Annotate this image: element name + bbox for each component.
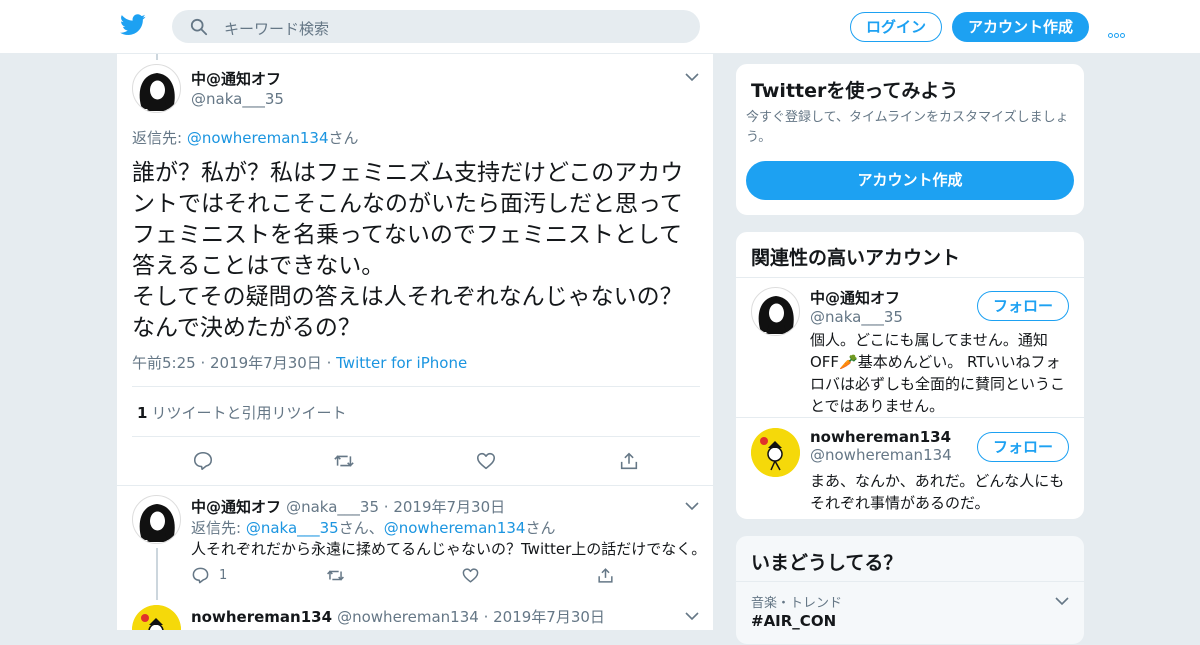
- related-accounts-card: 関連性の高いアカウント 中@通知オフ @naka___35 フォロー 個人。どこ…: [735, 231, 1085, 520]
- account-name[interactable]: nowhereman134: [810, 428, 952, 446]
- reply-to-label: 返信先:: [132, 129, 187, 147]
- login-button[interactable]: ログイン: [850, 12, 942, 42]
- avatar[interactable]: [132, 495, 181, 544]
- reply-to-link[interactable]: @nowhereman134: [384, 519, 526, 537]
- search-box[interactable]: キーワード検索: [172, 10, 700, 43]
- divider: [132, 436, 700, 437]
- search-icon: [190, 18, 208, 36]
- reply-header: nowhereman134 @nowhereman134 · 2019年7月30…: [191, 608, 605, 626]
- search-placeholder[interactable]: キーワード検索: [224, 18, 329, 39]
- tweet-time[interactable]: 午前5:25: [132, 354, 196, 372]
- account-bio: 個人。どこにも属してません。通知OFF🥕基本めんどい。 RTいいねフォロバは必ず…: [810, 331, 1066, 415]
- retweet-icon[interactable]: [326, 566, 345, 585]
- chevron-down-icon[interactable]: [685, 72, 699, 82]
- avatar-character-icon: [751, 428, 800, 477]
- thread-line: [156, 54, 158, 60]
- tweet-date[interactable]: 2019年7月30日: [210, 354, 322, 372]
- author-handle[interactable]: @naka___35: [191, 90, 284, 108]
- reply-icon[interactable]: [192, 450, 214, 472]
- avatar[interactable]: [751, 428, 800, 477]
- chevron-down-icon[interactable]: [685, 611, 699, 621]
- trends-card-title: いまどうしてる？: [751, 552, 903, 574]
- reply-icon[interactable]: [191, 566, 210, 585]
- reply-count: 1: [219, 568, 228, 583]
- divider: [736, 581, 1084, 582]
- retweet-label: リツイートと引用リツイート: [151, 404, 347, 422]
- signup-card-title: Twitterを使ってみよう: [751, 80, 959, 102]
- reply-context: 返信先: @nowhereman134さん: [132, 127, 359, 148]
- related-card-title: 関連性の高いアカウント: [751, 247, 961, 269]
- avatar-girl-icon: [139, 73, 175, 111]
- reply-to-separator: さん、: [338, 519, 384, 537]
- signup-button[interactable]: アカウント作成: [952, 12, 1089, 42]
- reply-author-name[interactable]: nowhereman134: [191, 608, 332, 626]
- author-name[interactable]: 中@通知オフ: [191, 68, 284, 89]
- tweet-text: 誰が？私が？私はフェミニズム支持だけどこのアカウントではそれこそこんなのがいたら…: [132, 160, 684, 341]
- trend-category: 音楽・トレンド: [751, 596, 843, 611]
- signup-card-subtitle: 今すぐ登録して、タイムラインをカスタマイズしましょう。: [746, 110, 1069, 145]
- divider: [736, 417, 1084, 418]
- twitter-logo-icon[interactable]: [120, 14, 146, 36]
- reply-to-link[interactable]: @nowhereman134: [187, 129, 329, 147]
- more-menu-icon[interactable]: [1108, 23, 1130, 38]
- share-icon[interactable]: [596, 566, 615, 585]
- thread-line: [156, 548, 158, 600]
- tweet-source[interactable]: Twitter for iPhone: [336, 354, 467, 372]
- chevron-down-icon[interactable]: [1055, 596, 1069, 606]
- avatar-girl-icon: [758, 296, 794, 334]
- trend-name[interactable]: #AIR_CON: [751, 612, 836, 630]
- signup-card: Twitterを使ってみよう 今すぐ登録して、タイムラインをカスタマイズしましょ…: [735, 63, 1085, 216]
- reply-author-handle[interactable]: @naka___35: [286, 498, 379, 516]
- reply-author-handle[interactable]: @nowhereman134: [337, 608, 479, 626]
- reply-date[interactable]: 2019年7月30日: [393, 498, 505, 516]
- account-name[interactable]: 中@通知オフ: [810, 287, 903, 308]
- share-icon[interactable]: [618, 450, 640, 472]
- trends-card: いまどうしてる？ 音楽・トレンド #AIR_CON: [735, 535, 1085, 645]
- follow-button[interactable]: フォロー: [977, 291, 1069, 321]
- tweet-meta: 午前5:25 · 2019年7月30日 · Twitter for iPhone: [132, 354, 468, 372]
- top-bar: キーワード検索 ログイン アカウント作成: [0, 0, 1200, 54]
- reply-to-suffix: さん: [525, 519, 556, 537]
- divider: [736, 277, 1084, 278]
- signup-card-button[interactable]: アカウント作成: [746, 161, 1074, 200]
- tweet-column: 中@通知オフ @naka___35 返信先: @nowhereman134さん …: [116, 54, 714, 630]
- avatar[interactable]: [132, 605, 181, 630]
- separator: [117, 485, 713, 486]
- retweet-icon[interactable]: [333, 450, 355, 472]
- reply-to-label: 返信先:: [191, 519, 246, 537]
- like-heart-icon[interactable]: [475, 450, 497, 472]
- divider: [132, 386, 700, 387]
- retweet-stats[interactable]: 1 リツイートと引用リツイート: [137, 402, 346, 423]
- reply-to-suffix: さん: [328, 129, 359, 147]
- avatar-character-icon: [132, 605, 181, 630]
- avatar[interactable]: [132, 64, 181, 113]
- account-handle[interactable]: @nowhereman134: [810, 446, 952, 464]
- reply-to-link[interactable]: @naka___35: [246, 519, 339, 537]
- chevron-down-icon[interactable]: [685, 501, 699, 511]
- reply-context: 返信先: @naka___35さん、@nowhereman134さん: [191, 517, 555, 538]
- retweet-count: 1: [137, 404, 148, 422]
- reply-header: 中@通知オフ @naka___35 · 2019年7月30日: [191, 498, 506, 516]
- follow-button[interactable]: フォロー: [977, 432, 1069, 462]
- account-handle[interactable]: @naka___35: [810, 308, 903, 326]
- like-heart-icon[interactable]: [461, 566, 480, 585]
- avatar[interactable]: [751, 287, 800, 336]
- reply-author-name[interactable]: 中@通知オフ: [191, 498, 281, 516]
- account-bio: まあ、なんか、あれだ。どんな人にもそれぞれ事情があるのだ。: [810, 472, 1065, 512]
- avatar-girl-icon: [139, 504, 175, 542]
- reply-date[interactable]: 2019年7月30日: [493, 608, 605, 626]
- reply-text: 人それぞれだから永遠に揉めてるんじゃないの？Twitter上の話だけでなく。: [191, 540, 707, 558]
